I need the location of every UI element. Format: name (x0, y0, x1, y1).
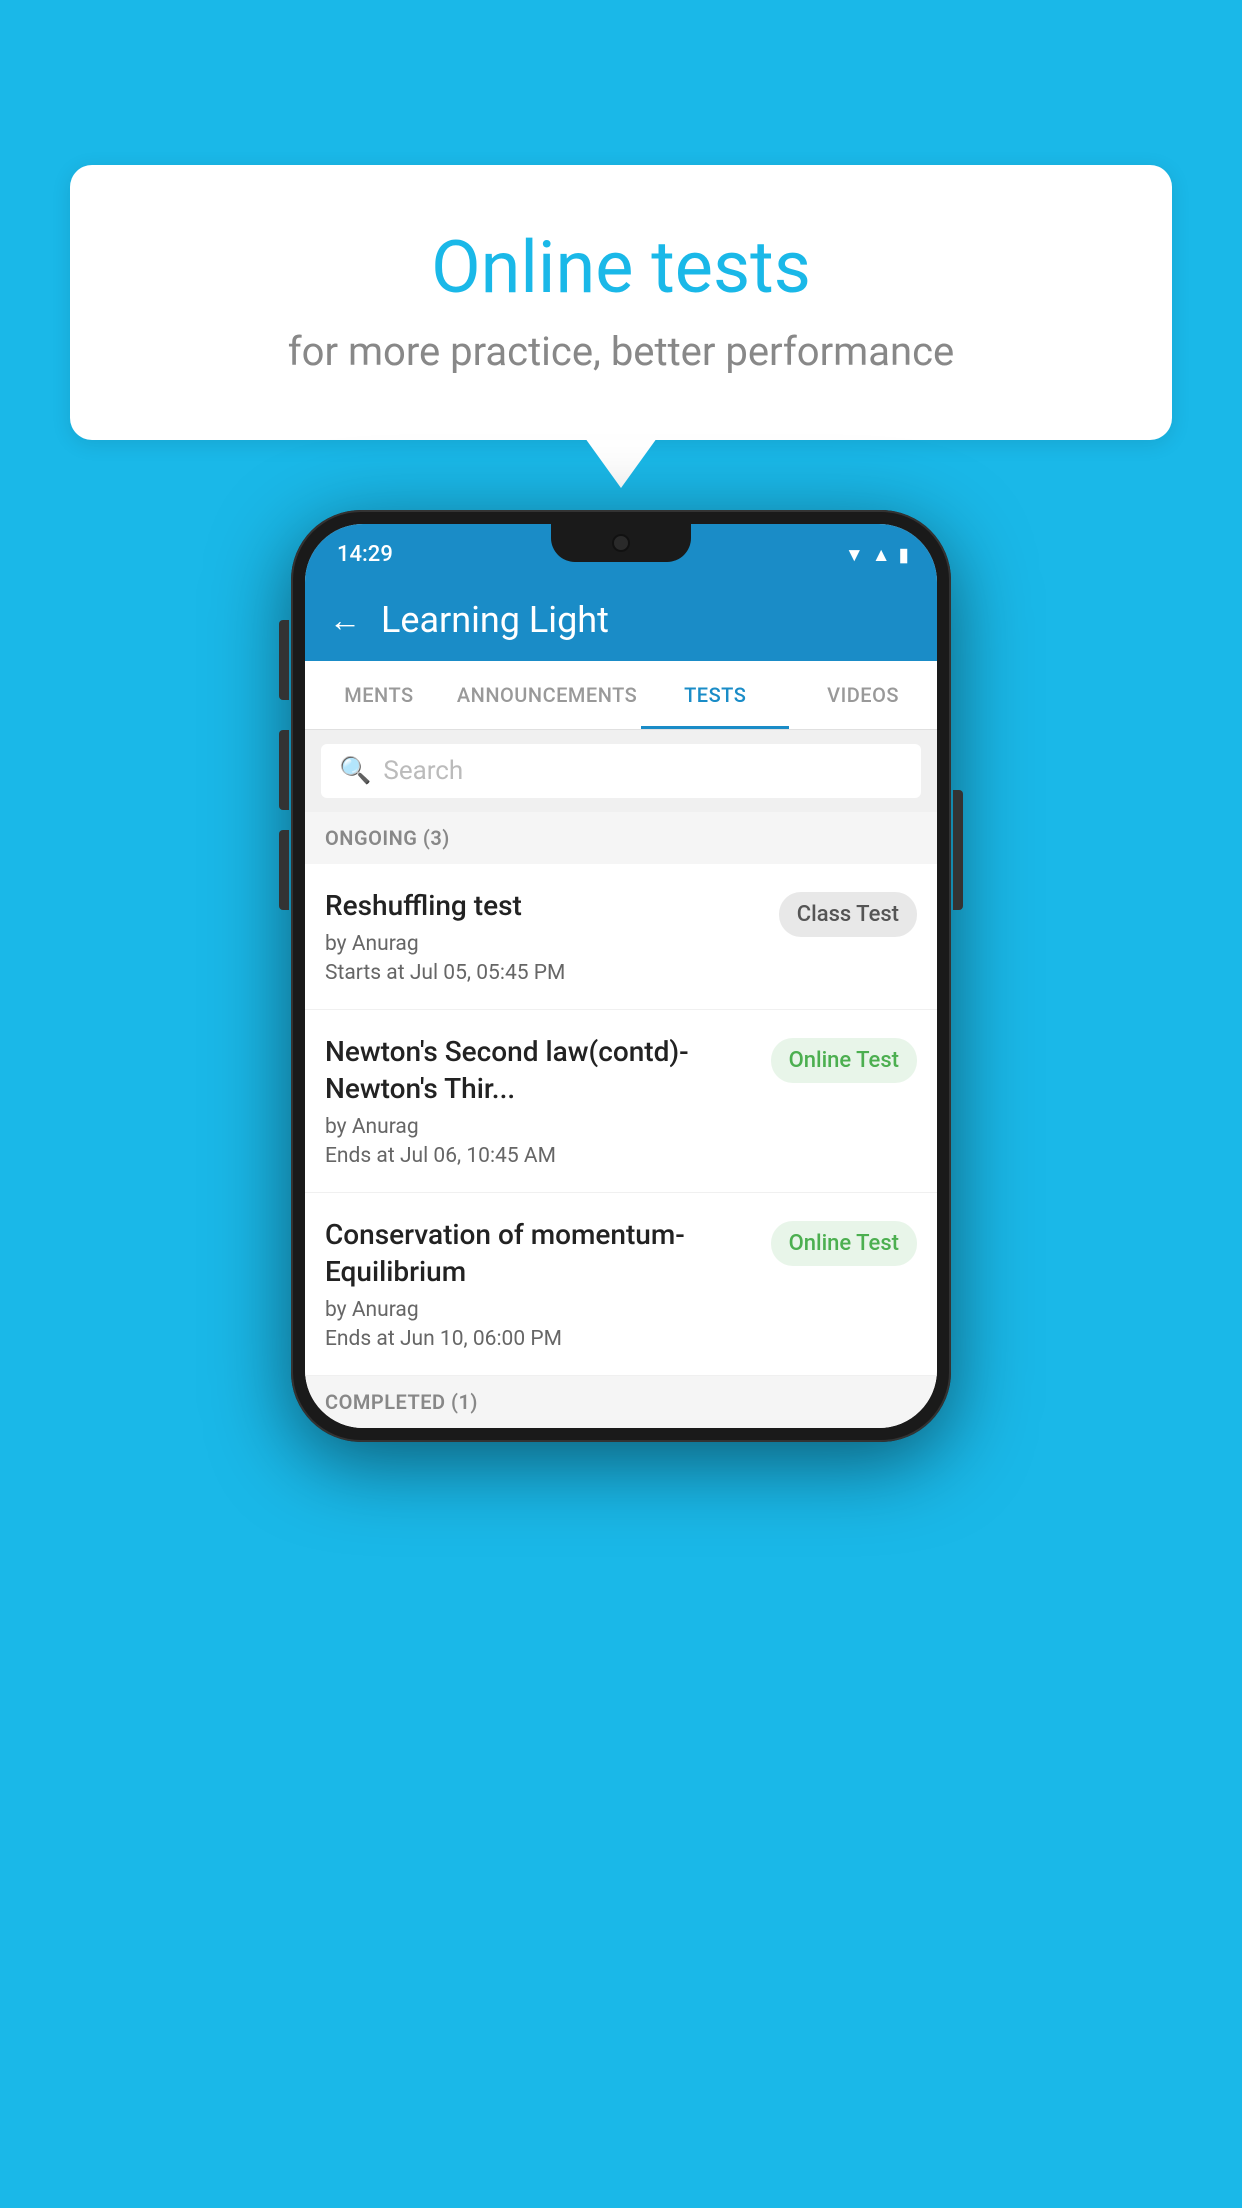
tests-list: Reshuffling test by Anurag Starts at Jul… (305, 864, 937, 1376)
wifi-icon: ▼ (845, 543, 864, 567)
test-info: Newton's Second law(contd)-Newton's Thir… (325, 1034, 757, 1168)
status-time: 14:29 (333, 542, 393, 567)
bubble-title: Online tests (120, 225, 1122, 310)
phone-mockup: 14:29 ▼ ▲ ▮ ← Learning Light MENTS ANNOU… (291, 510, 951, 1442)
test-badge-class: Class Test (779, 892, 917, 937)
test-time: Ends at Jun 10, 06:00 PM (325, 1327, 757, 1351)
ongoing-section-header: ONGOING (3) (305, 812, 937, 864)
tab-ments[interactable]: MENTS (305, 661, 453, 729)
search-box[interactable]: 🔍 Search (321, 744, 921, 798)
tabs-container: MENTS ANNOUNCEMENTS TESTS VIDEOS (305, 661, 937, 730)
test-time: Starts at Jul 05, 05:45 PM (325, 961, 765, 985)
test-author: by Anurag (325, 932, 765, 956)
app-title: Learning Light (381, 599, 609, 641)
search-icon: 🔍 (339, 756, 371, 786)
test-name: Newton's Second law(contd)-Newton's Thir… (325, 1034, 757, 1107)
test-info: Reshuffling test by Anurag Starts at Jul… (325, 888, 765, 985)
test-time: Ends at Jul 06, 10:45 AM (325, 1144, 757, 1168)
phone-inner: 14:29 ▼ ▲ ▮ ← Learning Light MENTS ANNOU… (305, 524, 937, 1428)
test-author: by Anurag (325, 1115, 757, 1139)
back-button[interactable]: ← (329, 604, 361, 636)
test-badge-online: Online Test (771, 1038, 917, 1083)
signal-icon: ▲ (872, 543, 891, 567)
test-name: Conservation of momentum-Equilibrium (325, 1217, 757, 1290)
tab-tests[interactable]: TESTS (641, 661, 789, 729)
phone-outer: 14:29 ▼ ▲ ▮ ← Learning Light MENTS ANNOU… (291, 510, 951, 1442)
search-container: 🔍 Search (305, 730, 937, 812)
battery-icon: ▮ (899, 543, 909, 566)
test-author: by Anurag (325, 1298, 757, 1322)
bubble-subtitle: for more practice, better performance (120, 328, 1122, 375)
completed-section-header: COMPLETED (1) (305, 1376, 937, 1428)
speech-bubble: Online tests for more practice, better p… (70, 165, 1172, 440)
test-info: Conservation of momentum-Equilibrium by … (325, 1217, 757, 1351)
speech-bubble-container: Online tests for more practice, better p… (70, 165, 1172, 440)
test-name: Reshuffling test (325, 888, 765, 924)
app-header: ← Learning Light (305, 579, 937, 661)
phone-notch (551, 524, 691, 562)
test-item[interactable]: Reshuffling test by Anurag Starts at Jul… (305, 864, 937, 1010)
status-icons: ▼ ▲ ▮ (845, 543, 909, 567)
front-camera (612, 534, 630, 552)
search-placeholder: Search (383, 756, 463, 786)
test-badge-online: Online Test (771, 1221, 917, 1266)
tab-announcements[interactable]: ANNOUNCEMENTS (453, 661, 641, 729)
tab-videos[interactable]: VIDEOS (789, 661, 937, 729)
test-item[interactable]: Newton's Second law(contd)-Newton's Thir… (305, 1010, 937, 1193)
test-item[interactable]: Conservation of momentum-Equilibrium by … (305, 1193, 937, 1376)
